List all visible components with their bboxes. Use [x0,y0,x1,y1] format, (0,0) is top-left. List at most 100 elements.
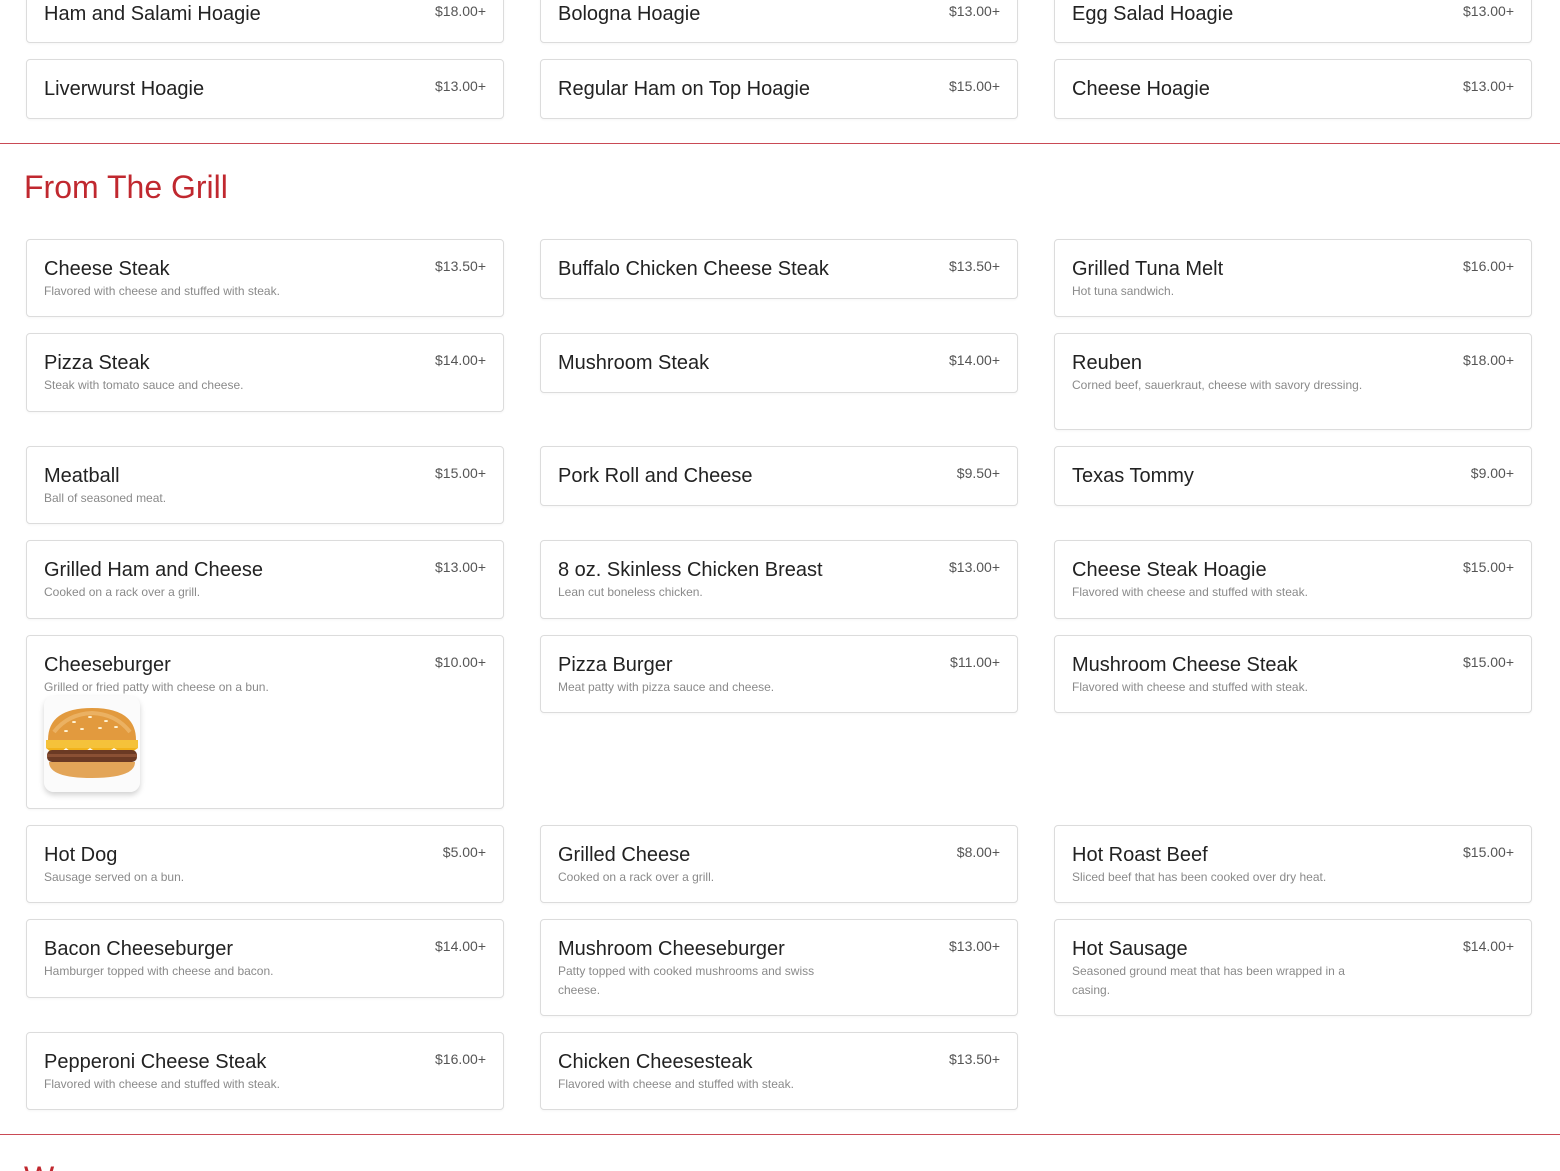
menu-item-card[interactable]: Grilled Tuna Melt $16.00+ Hot tuna sandw… [1054,239,1532,317]
item-name: Chicken Cheesesteak [558,1051,753,1073]
menu-item-card[interactable]: Cheese Steak $13.50+ Flavored with chees… [26,239,504,317]
menu-item-card[interactable]: Liverwurst Hoagie $13.00+ [26,59,504,119]
item-name: Pizza Steak [44,352,150,374]
menu-item-card[interactable]: Bologna Hoagie $13.00+ [540,0,1018,43]
item-price: $15.00+ [1463,559,1514,575]
item-price: $18.00+ [1463,352,1514,368]
item-price: $13.50+ [435,258,486,274]
item-description: Cooked on a rack over a grill. [558,870,715,884]
item-name: Reuben [1072,352,1143,374]
menu-item-card[interactable]: Egg Salad Hoagie $13.00+ [1054,0,1532,43]
menu-item-card[interactable]: Pork Roll and Cheese $9.50+ [540,446,1018,506]
item-name: Cheeseburger [44,654,171,676]
item-name: Pizza Burger [558,654,673,676]
item-name: Regular Ham on Top Hoagie [558,78,811,100]
item-price: $9.50+ [956,465,1000,481]
item-price: $15.00+ [1463,844,1514,860]
item-name: Cheese Steak [44,258,170,280]
menu-item-card[interactable]: Pizza Burger $11.00+ Meat patty with piz… [540,635,1018,713]
menu-item-card[interactable]: Mushroom Cheeseburger $13.00+ Patty topp… [540,919,1018,1016]
item-name: Cheese Hoagie [1072,78,1210,100]
section-title-wraps: Wraps [24,1158,116,1171]
item-description: Cooked on a rack over a grill. [44,585,201,599]
item-price: $18.00+ [435,3,486,19]
menu-item-card[interactable]: Cheeseburger $10.00+ Grilled or fried pa… [26,635,504,809]
item-price: $11.00+ [950,654,1000,670]
cheeseburger-image [44,696,140,792]
menu-item-card[interactable]: Hot Sausage $14.00+ Seasoned ground meat… [1054,919,1532,1016]
item-price: $8.00+ [956,844,1000,860]
item-price: $15.00+ [435,465,486,481]
item-price: $13.00+ [949,3,1000,19]
item-name: Pepperoni Cheese Steak [44,1051,267,1073]
item-name: Buffalo Chicken Cheese Steak [558,258,829,280]
menu-item-card[interactable]: Reuben $18.00+ Corned beef, sauerkraut, … [1054,333,1532,430]
menu-item-card[interactable]: Hot Roast Beef $15.00+ Sliced beef that … [1054,825,1532,903]
item-description: Flavored with cheese and stuffed with st… [558,1077,794,1091]
item-description: Seasoned ground meat that has been wrapp… [1072,964,1345,997]
item-price: $10.00+ [435,654,486,670]
item-price: $13.00+ [1463,78,1514,94]
item-name: Mushroom Steak [558,352,710,374]
item-price: $13.50+ [949,1051,1000,1067]
item-price: $5.00+ [442,844,486,860]
item-name: Mushroom Cheeseburger [558,938,785,960]
item-description: Sausage served on a bun. [44,870,185,884]
item-name: Grilled Tuna Melt [1072,258,1224,280]
item-description: Lean cut boneless chicken. [558,585,703,599]
section-divider [0,143,1560,144]
item-description: Sliced beef that has been cooked over dr… [1072,870,1327,884]
item-price: $16.00+ [1463,258,1514,274]
item-name: Bologna Hoagie [558,3,701,25]
menu-item-card[interactable]: Grilled Ham and Cheese $13.00+ Cooked on… [26,540,504,619]
item-name: Mushroom Cheese Steak [1072,654,1298,676]
item-name: Texas Tommy [1072,465,1194,487]
menu-item-card[interactable]: Texas Tommy $9.00+ [1054,446,1532,506]
item-price: $9.00+ [1470,465,1514,481]
menu-item-card[interactable]: Pepperoni Cheese Steak $16.00+ Flavored … [26,1032,504,1110]
menu-item-card[interactable]: Buffalo Chicken Cheese Steak $13.50+ [540,239,1018,299]
menu-item-card[interactable]: Bacon Cheeseburger $14.00+ Hamburger top… [26,919,504,998]
item-name: Bacon Cheeseburger [44,938,234,960]
item-price: $15.00+ [1463,654,1514,670]
item-price: $13.00+ [435,559,486,575]
section-title-from-the-grill: From The Grill [24,169,228,205]
item-price: $15.00+ [949,78,1000,94]
item-price: $13.00+ [949,559,1000,575]
item-description: Corned beef, sauerkraut, cheese with sav… [1072,378,1363,392]
menu-item-card[interactable]: Cheese Steak Hoagie $15.00+ Flavored wit… [1054,540,1532,619]
item-description: Ball of seasoned meat. [44,491,167,505]
item-price: $14.00+ [1463,938,1514,954]
menu-item-card[interactable]: 8 oz. Skinless Chicken Breast $13.00+ Le… [540,540,1018,619]
menu-item-card[interactable]: Hot Dog $5.00+ Sausage served on a bun. [26,825,504,903]
item-name: Hot Dog [44,844,118,866]
menu-page: Ham and Salami Hoagie $18.00+ Bologna Ho… [0,0,1560,1171]
item-price: $13.00+ [1463,3,1514,19]
menu-item-card[interactable]: Ham and Salami Hoagie $18.00+ [26,0,504,43]
item-name: Ham and Salami Hoagie [44,3,261,25]
menu-item-card[interactable]: Cheese Hoagie $13.00+ [1054,59,1532,119]
item-description: Patty topped with cooked mushrooms and s… [558,964,815,997]
item-price: $16.00+ [435,1051,486,1067]
menu-item-card[interactable]: Meatball $15.00+ Ball of seasoned meat. [26,446,504,524]
cheeseburger-photo[interactable] [44,696,140,792]
section-divider [0,1134,1560,1135]
item-price: $14.00+ [435,352,486,368]
item-price: $14.00+ [435,938,486,954]
item-name: Pork Roll and Cheese [558,465,753,487]
menu-item-card[interactable]: Mushroom Cheese Steak $15.00+ Flavored w… [1054,635,1532,713]
item-description: Hot tuna sandwich. [1072,284,1175,298]
item-description: Meat patty with pizza sauce and cheese. [558,680,775,694]
item-price: $13.00+ [949,938,1000,954]
menu-item-card[interactable]: Mushroom Steak $14.00+ [540,333,1018,393]
menu-item-card[interactable]: Pizza Steak $14.00+ Steak with tomato sa… [26,333,504,412]
item-name: Grilled Ham and Cheese [44,559,263,581]
item-description: Flavored with cheese and stuffed with st… [44,1077,280,1091]
item-name: Cheese Steak Hoagie [1072,559,1267,581]
menu-item-card[interactable]: Chicken Cheesesteak $13.50+ Flavored wit… [540,1032,1018,1110]
menu-item-card[interactable]: Grilled Cheese $8.00+ Cooked on a rack o… [540,825,1018,903]
menu-item-card[interactable]: Regular Ham on Top Hoagie $15.00+ [540,59,1018,119]
item-description: Flavored with cheese and stuffed with st… [1072,680,1308,694]
item-name: Meatball [44,465,120,487]
item-price: $14.00+ [949,352,1000,368]
